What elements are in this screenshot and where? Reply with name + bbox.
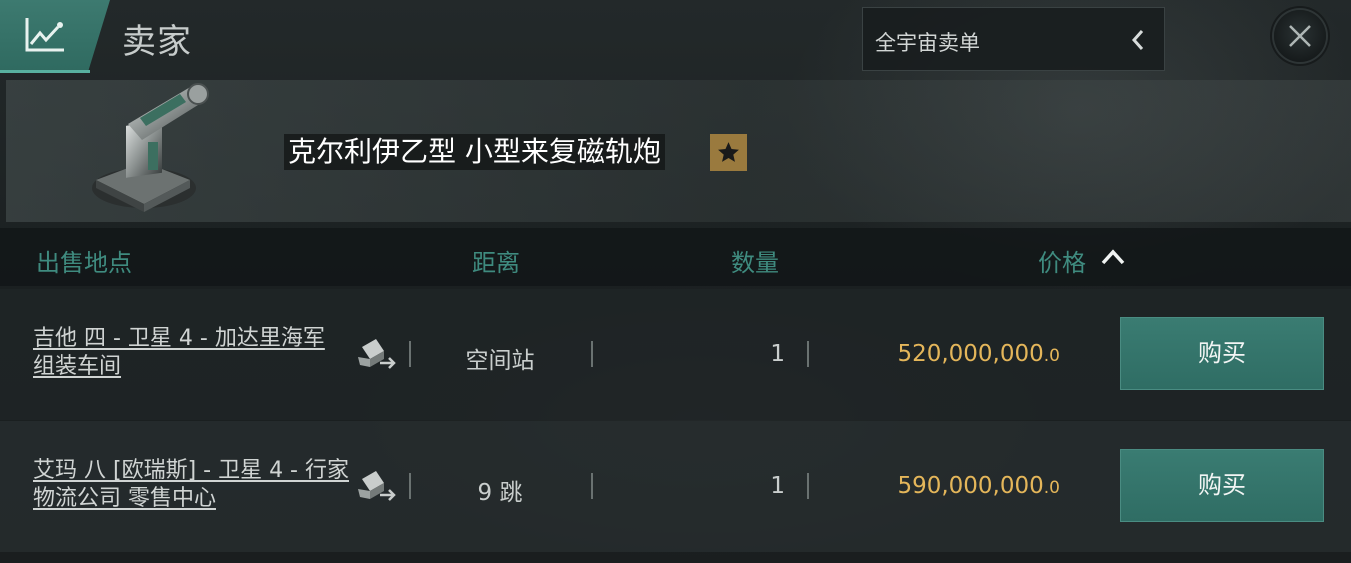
price-cell: 590,000,000.0 [820, 473, 1060, 499]
price-value: 590,000,000 [897, 473, 1044, 499]
header-tab-accent [0, 70, 90, 73]
quantity-cell: 1 [770, 473, 785, 499]
region-filter-dropdown[interactable]: 全宇宙卖单 [862, 7, 1165, 71]
chevron-up-icon[interactable] [1100, 248, 1126, 266]
distance-cell: 9 跳 [477, 480, 523, 506]
railgun-turret-icon [92, 83, 209, 212]
column-divider [409, 341, 411, 367]
sell-location-link[interactable]: 吉他 四 - 卫星 4 - 加达里海军 组装车间 [33, 325, 351, 381]
close-button[interactable] [1274, 10, 1326, 62]
price-cell: 520,000,000.0 [820, 341, 1060, 367]
chevron-left-icon [1131, 30, 1144, 50]
market-chart-icon [25, 18, 64, 52]
column-divider [409, 473, 411, 499]
table-row: 吉他 四 - 卫星 4 - 加达里海军 组装车间 空间站 1 520,000,0… [0, 289, 1351, 420]
buy-button[interactable]: 购买 [1120, 449, 1324, 522]
buy-button[interactable]: 购买 [1120, 317, 1324, 390]
item-banner: 克尔利伊乙型 小型来复磁轨炮 [6, 80, 1351, 222]
sell-location-link[interactable]: 艾玛 八 [欧瑞斯] - 卫星 4 - 行家物流公司 零售中心 [33, 457, 351, 513]
region-filter-value: 全宇宙卖单 [875, 31, 980, 55]
column-divider [591, 341, 593, 367]
set-destination-icon[interactable] [354, 467, 400, 507]
set-destination-icon[interactable] [354, 335, 400, 375]
column-header-quantity[interactable]: 数量 [731, 243, 779, 278]
column-header-distance[interactable]: 距离 [472, 243, 520, 278]
price-decimal: .0 [1043, 478, 1060, 498]
market-sellers-window: 卖家 全宇宙卖单 克尔利伊乙型 小型来复磁轨炮 出售地点 距离 数量 价格 吉他… [0, 0, 1351, 563]
star-icon [718, 142, 739, 162]
item-name[interactable]: 克尔利伊乙型 小型来复磁轨炮 [284, 134, 665, 170]
close-icon [1289, 25, 1311, 47]
window-title: 卖家 [122, 22, 192, 62]
distance-cell: 空间站 [465, 348, 535, 374]
column-divider [591, 473, 593, 499]
column-divider [807, 473, 809, 499]
table-row: 艾玛 八 [欧瑞斯] - 卫星 4 - 行家物流公司 零售中心 9 跳 1 59… [0, 421, 1351, 552]
quantity-cell: 1 [770, 341, 785, 367]
price-decimal: .0 [1043, 346, 1060, 366]
window-header: 卖家 全宇宙卖单 [0, 0, 1351, 76]
column-header-price[interactable]: 价格 [1038, 243, 1086, 278]
column-divider [807, 341, 809, 367]
price-value: 520,000,000 [897, 341, 1044, 367]
column-header-location[interactable]: 出售地点 [36, 243, 132, 278]
favorite-button[interactable] [710, 134, 747, 171]
table-header: 出售地点 距离 数量 价格 [0, 228, 1351, 286]
